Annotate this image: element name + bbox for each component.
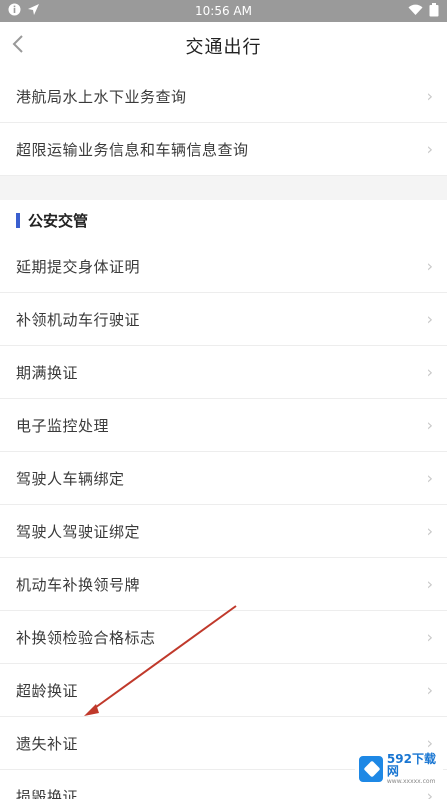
list-item[interactable]: 补换领检验合格标志 › [0,611,447,664]
list-item-label: 机动车补换领号牌 [16,575,141,594]
list-item-label: 期满换证 [16,363,79,382]
list-item[interactable]: 驾驶人驾驶证绑定 › [0,505,447,558]
status-right-icons [408,3,439,17]
chevron-right-icon: › [426,362,433,382]
list-item-label: 驾驶人驾驶证绑定 [16,522,141,541]
list-item-label: 港航局水上水下业务查询 [16,87,187,106]
chevron-right-icon: › [426,786,433,799]
watermark-main: 592下载网 [386,752,436,778]
list-item-label: 超限运输业务信息和车辆信息查询 [16,140,249,159]
chevron-right-icon: › [426,627,433,647]
list-item[interactable]: 期满换证 › [0,346,447,399]
list-item[interactable]: 延期提交身体证明 › [0,240,447,293]
battery-icon [429,3,439,17]
info-icon [8,3,21,16]
location-icon [27,3,40,16]
page-title: 交通出行 [185,37,262,58]
navigation-bar: 交通出行 [0,22,447,70]
chevron-right-icon: › [426,468,433,488]
list-item-label: 驾驶人车辆绑定 [16,469,125,488]
list-item[interactable]: 超龄换证 › [0,664,447,717]
list-item[interactable]: 电子监控处理 › [0,399,447,452]
chevron-right-icon: › [426,309,433,329]
chevron-right-icon: › [426,521,433,541]
chevron-right-icon: › [426,86,433,106]
list-item[interactable]: 机动车补换领号牌 › [0,558,447,611]
list-item[interactable]: 超限运输业务信息和车辆信息查询 › [0,123,447,176]
list-item[interactable]: 港航局水上水下业务查询 › [0,70,447,123]
list-item[interactable]: 补领机动车行驶证 › [0,293,447,346]
chevron-left-icon [12,34,24,58]
chevron-right-icon: › [426,415,433,435]
status-time: 10:56 AM [195,4,252,18]
status-bar: 10:56 AM [0,0,447,22]
list-item-label: 损毁换证 [16,787,79,799]
chevron-right-icon: › [426,574,433,594]
back-button[interactable] [4,30,32,62]
chevron-right-icon: › [426,139,433,159]
list-item-label: 补领机动车行驶证 [16,310,141,329]
watermark-sub: www.xxxxx.com [386,778,436,785]
chevron-right-icon: › [426,733,433,753]
section-header: 公安交管 [0,200,447,240]
section-title: 公安交管 [28,211,89,230]
section-accent-bar [16,212,20,228]
chevron-right-icon: › [426,256,433,276]
chevron-right-icon: › [426,680,433,700]
wifi-icon [408,4,423,16]
section-divider [0,176,447,200]
site-watermark: 592下载网 www.xxxxx.com [355,753,443,785]
watermark-text: 592下载网 www.xxxxx.com [387,753,443,785]
list-item[interactable]: 驾驶人车辆绑定 › [0,452,447,505]
list-item-label: 补换领检验合格标志 [16,628,156,647]
status-left-icons [8,3,40,16]
cube-logo-icon [359,756,383,782]
list-item-label: 超龄换证 [16,681,79,700]
list-item-label: 遗失补证 [16,734,79,753]
list-item-label: 延期提交身体证明 [16,257,141,276]
list-item-label: 电子监控处理 [16,416,110,435]
service-list: 港航局水上水下业务查询 › 超限运输业务信息和车辆信息查询 › 公安交管 延期提… [0,70,447,799]
